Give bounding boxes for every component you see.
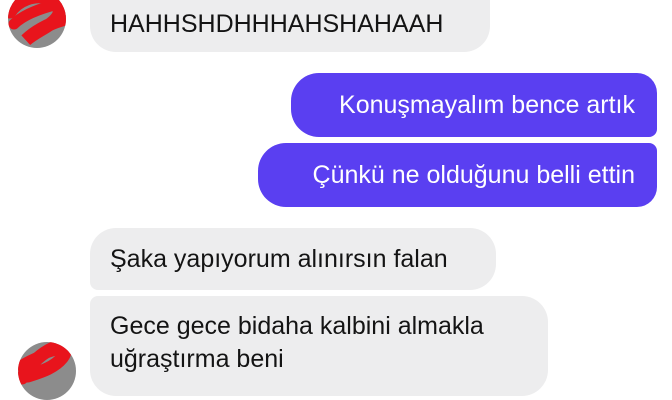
chat-conversation: HAHHSHDHHHAHSHAHAAH Konuşmayalım bence a… <box>0 0 672 400</box>
red-scribble-icon <box>8 0 66 46</box>
sender-avatar-redacted-icon[interactable] <box>18 342 76 400</box>
message-text: Konuşmayalım bence artık <box>339 91 635 119</box>
message-bubble-outgoing[interactable]: Konuşmayalım bence artık <box>291 73 657 137</box>
message-text: Şaka yapıyorum alınırsın falan <box>110 245 448 273</box>
message-bubble-incoming[interactable]: Gece gece bidaha kalbini almakla uğraştı… <box>90 296 548 396</box>
message-bubble-incoming[interactable]: HAHHSHDHHHAHSHAHAAH <box>90 0 490 52</box>
sender-avatar-redacted-icon[interactable] <box>8 0 66 48</box>
message-bubble-incoming[interactable]: Şaka yapıyorum alınırsın falan <box>90 228 496 290</box>
message-text: HAHHSHDHHHAHSHAHAAH <box>110 10 444 38</box>
message-text: Gece gece bidaha kalbini almakla uğraştı… <box>110 312 484 373</box>
message-bubble-outgoing[interactable]: Çünkü ne olduğunu belli ettin <box>258 143 657 207</box>
red-scribble-icon <box>18 342 72 385</box>
message-text: Çünkü ne olduğunu belli ettin <box>312 161 635 189</box>
